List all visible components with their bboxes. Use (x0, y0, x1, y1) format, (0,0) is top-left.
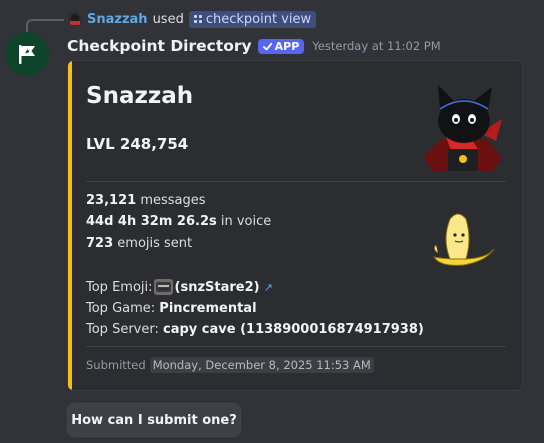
checkmark-icon (262, 42, 272, 50)
message-timestamp[interactable]: Yesterday at 11:02 PM (312, 39, 440, 53)
command-name: checkpoint view (205, 11, 312, 27)
app-badge-label: APP (274, 39, 300, 53)
bot-name[interactable]: Checkpoint Directory (67, 37, 252, 55)
embed-divider (86, 181, 506, 182)
snzstare2-emoji-icon[interactable] (153, 279, 173, 295)
messages-count: 23,121 (86, 193, 137, 208)
emojis-label: emojis sent (117, 236, 193, 251)
banana-image[interactable] (428, 209, 498, 269)
top-game-label: Top Game: (86, 301, 156, 316)
reply-context[interactable]: Snazzah used checkpoint view (68, 9, 317, 29)
top-server-label: Top Server: (86, 322, 159, 337)
reply-used-text: used (152, 11, 184, 27)
footer-divider (86, 346, 506, 347)
embed-card: Snazzah LVL 248,754 23,121 messages 44d … (67, 60, 523, 391)
embed-accent-bar (68, 61, 72, 390)
top-server-row: Top Server: capy cave (11389000168749179… (86, 322, 424, 337)
top-emoji-row: Top Emoji: (snzStare2) ↗ (86, 279, 273, 295)
voice-duration: 44d 4h 32m 26.2s (86, 214, 217, 229)
messages-stat: 23,121 messages (86, 193, 206, 208)
external-link-icon[interactable]: ↗ (264, 281, 273, 294)
command-mention[interactable]: checkpoint view (188, 10, 317, 28)
messages-label: messages (140, 193, 206, 208)
footer-timestamp[interactable]: Monday, December 8, 2025 11:53 AM (149, 357, 374, 373)
voice-stat: 44d 4h 32m 26.2s in voice (86, 214, 271, 229)
replied-user-avatar[interactable] (68, 12, 82, 26)
how-to-submit-button[interactable]: How can I submit one? (67, 403, 241, 437)
bot-avatar[interactable] (5, 32, 49, 76)
top-game-row: Top Game: Pincremental (86, 301, 257, 316)
footer-label: Submitted (86, 358, 146, 372)
flag-icon (19, 45, 35, 64)
voice-label: in voice (220, 214, 272, 229)
replied-username[interactable]: Snazzah (87, 12, 148, 27)
top-server-name: capy cave (1138900016874917938) (163, 322, 424, 337)
slash-command-icon (193, 14, 203, 24)
top-emoji-name: (snzStare2) (174, 279, 260, 295)
cat-thumbnail-image[interactable] (418, 79, 508, 171)
embed-title: Snazzah (86, 83, 194, 109)
message-header: Checkpoint Directory APP Yesterday at 11… (67, 35, 441, 57)
top-emoji-label: Top Emoji: (86, 279, 153, 295)
app-badge: APP (257, 38, 305, 54)
emojis-stat: 723 emojis sent (86, 236, 192, 251)
top-game-name: Pincremental (159, 301, 257, 316)
embed-footer: Submitted Monday, December 8, 2025 11:53… (86, 357, 374, 373)
emojis-count: 723 (86, 236, 114, 251)
level-text: LVL 248,754 (86, 135, 189, 153)
